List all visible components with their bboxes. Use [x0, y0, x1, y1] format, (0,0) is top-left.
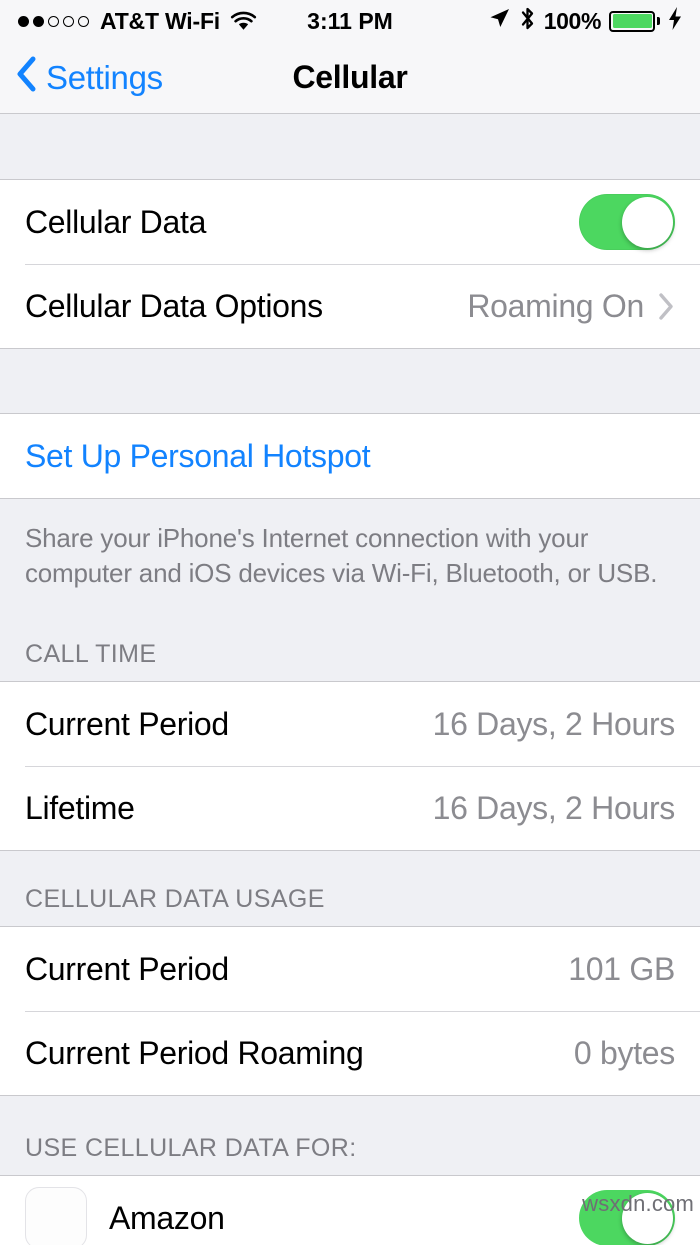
iphone-screen: AT&T Wi-Fi 3:11 PM 100% Settings Cellula… [0, 0, 700, 1245]
app-icon-amazon [25, 1187, 87, 1245]
watermark: wsxdn.com [582, 1191, 694, 1216]
row-cellular-data-options[interactable]: Cellular Data Options Roaming On [0, 264, 700, 348]
navigation-bar: Settings Cellular [0, 42, 700, 114]
row-data-usage-current-period-roaming: Current Period Roaming 0 bytes [0, 1011, 700, 1096]
row-value: 16 Days, 2 Hours [432, 789, 676, 826]
call-time-section-header: CALL TIME [0, 614, 700, 683]
row-label: Current Period Roaming [25, 1034, 364, 1071]
row-data-usage-current-period: Current Period 101 GB [0, 927, 700, 1012]
call-time-group: Current Period 16 Days, 2 Hours Lifetime… [0, 682, 700, 852]
row-label: Current Period [25, 705, 229, 742]
data-usage-group: Current Period 101 GB Current Period Roa… [0, 927, 700, 1097]
signal-dot-empty [63, 15, 74, 27]
chevron-right-icon [658, 292, 675, 321]
back-button[interactable]: Settings [16, 56, 163, 100]
personal-hotspot-group: Set Up Personal Hotspot [0, 414, 700, 498]
row-call-time-lifetime: Lifetime 16 Days, 2 Hours [0, 766, 700, 851]
data-usage-section-header: CELLULAR DATA USAGE [0, 851, 700, 928]
row-cellular-data[interactable]: Cellular Data [0, 180, 700, 264]
row-value: 0 bytes [573, 1034, 675, 1071]
signal-strength-dots [18, 15, 89, 27]
hotspot-description: Share your iPhone's Internet connection … [0, 498, 700, 615]
status-bar-left: AT&T Wi-Fi [18, 8, 257, 35]
location-arrow-icon [488, 7, 511, 36]
row-label: Cellular Data Options [25, 287, 323, 324]
row-value: Roaming On [467, 287, 644, 324]
battery-percent-label: 100% [543, 7, 602, 34]
set-up-personal-hotspot-label: Set Up Personal Hotspot [25, 437, 371, 474]
wifi-icon [230, 11, 257, 32]
cellular-data-group: Cellular Data Cellular Data Options Roam… [0, 180, 700, 349]
back-button-label: Settings [46, 58, 163, 96]
row-value: 16 Days, 2 Hours [432, 705, 676, 742]
section-gap [0, 114, 700, 180]
signal-dot-empty [48, 15, 59, 27]
status-bar: AT&T Wi-Fi 3:11 PM 100% [0, 0, 700, 42]
cellular-data-toggle[interactable] [579, 194, 675, 250]
signal-dot-empty [78, 15, 89, 27]
set-up-personal-hotspot-button[interactable]: Set Up Personal Hotspot [0, 414, 700, 498]
chevron-left-icon [16, 56, 37, 100]
row-label: Lifetime [25, 789, 135, 826]
use-cellular-data-for-section-header: USE CELLULAR DATA FOR: [0, 1096, 700, 1177]
battery-icon [609, 10, 660, 32]
carrier-label: AT&T Wi-Fi [100, 7, 220, 34]
toggle-knob [621, 196, 673, 248]
row-label: Cellular Data [25, 203, 207, 240]
row-value: 101 GB [568, 950, 675, 987]
row-label: Current Period [25, 950, 229, 987]
signal-dot-filled [18, 15, 29, 27]
section-gap [0, 349, 700, 414]
lightning-bolt-icon [668, 6, 682, 37]
signal-dot-filled [33, 15, 44, 27]
status-bar-right: 100% [488, 6, 682, 37]
bluetooth-icon [519, 6, 536, 37]
app-name-label: Amazon [109, 1199, 225, 1236]
row-call-time-current-period: Current Period 16 Days, 2 Hours [0, 682, 700, 767]
